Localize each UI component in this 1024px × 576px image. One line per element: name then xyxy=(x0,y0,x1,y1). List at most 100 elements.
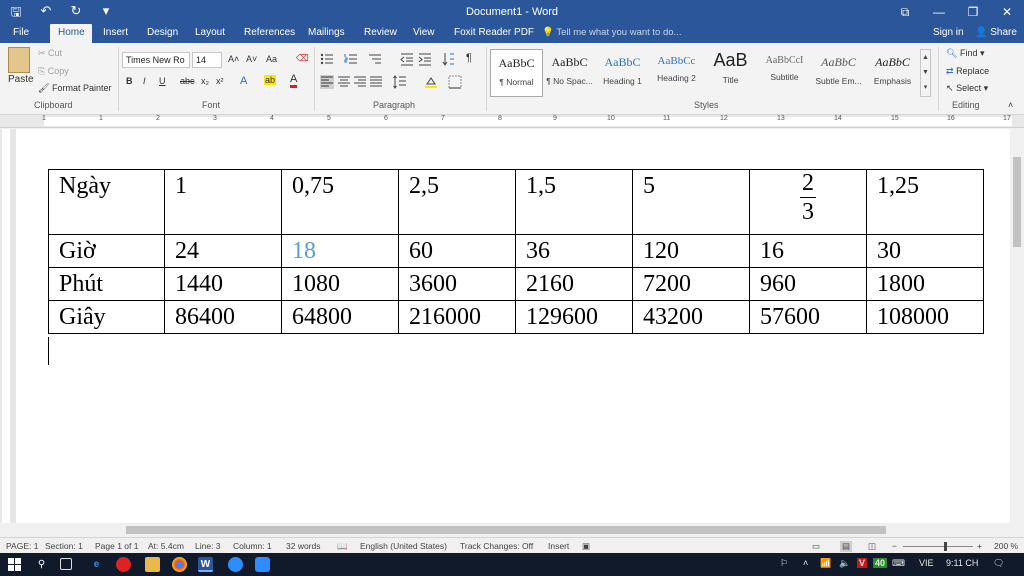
scroll-thumb[interactable] xyxy=(1013,157,1021,247)
chrome-icon[interactable] xyxy=(172,557,187,572)
tab-layout[interactable]: Layout xyxy=(195,24,225,43)
highlight-button[interactable]: ab xyxy=(264,75,277,85)
people-icon[interactable]: ⚐ xyxy=(780,558,788,569)
restore-button[interactable]: ❐ xyxy=(956,0,990,24)
table-cell[interactable]: 7200 xyxy=(632,267,750,301)
tab-insert[interactable]: Insert xyxy=(103,24,128,43)
sign-in-link[interactable]: Sign in xyxy=(933,27,964,38)
tab-mailings[interactable]: Mailings xyxy=(308,24,345,43)
vertical-ruler[interactable] xyxy=(0,129,12,523)
collapse-ribbon-icon[interactable]: ˄ xyxy=(1008,100,1013,110)
bullets-icon[interactable] xyxy=(320,52,334,66)
table-cell[interactable]: 120 xyxy=(632,234,750,268)
font-color-button[interactable]: A xyxy=(290,74,298,88)
format-painter-button[interactable]: 🖌 Format Painter xyxy=(38,83,111,94)
justify-icon[interactable] xyxy=(369,75,383,89)
share-button[interactable]: 👤 Share xyxy=(975,27,1017,38)
superscript-button[interactable]: x² xyxy=(216,76,224,86)
status-page[interactable]: PAGE: 1 xyxy=(6,541,38,551)
table-cell-highlighted[interactable]: 18 xyxy=(281,234,399,268)
copy-button[interactable]: ⎘ Copy xyxy=(38,66,69,77)
sort-icon[interactable] xyxy=(442,52,456,66)
edge-icon[interactable]: e xyxy=(89,557,104,572)
scroll-thumb[interactable] xyxy=(126,526,886,534)
unikey-icon[interactable]: V xyxy=(857,558,868,568)
ribbon-display-options-icon[interactable]: ⧉ xyxy=(888,0,922,24)
style-normal[interactable]: AaBbC ¶ Normal xyxy=(490,49,543,97)
table-cell[interactable]: 16 xyxy=(749,234,867,268)
clock[interactable]: 9:11 CH xyxy=(946,558,978,568)
underline-button[interactable]: U xyxy=(159,76,166,86)
tab-view[interactable]: View xyxy=(413,24,435,43)
grow-font-button[interactable]: A˄ xyxy=(228,54,239,64)
show-formatting-marks-button[interactable]: ¶ xyxy=(466,52,472,64)
table-cell[interactable]: 2160 xyxy=(515,267,633,301)
zalo-icon[interactable] xyxy=(228,557,243,572)
table-cell[interactable]: 43200 xyxy=(632,300,750,334)
styles-scroll-icon[interactable]: ▲ ▼ ▾ xyxy=(920,49,931,97)
row-label[interactable]: Giờ xyxy=(48,234,165,268)
task-view-icon[interactable] xyxy=(60,558,72,570)
shrink-font-button[interactable]: A˅ xyxy=(246,54,257,64)
table-cell[interactable]: 216000 xyxy=(398,300,516,334)
table-cell[interactable]: 0,75 xyxy=(281,169,399,235)
select-button[interactable]: ↖ Select ▾ xyxy=(946,83,988,94)
tab-references[interactable]: References xyxy=(244,24,295,43)
tray-chevron-icon[interactable]: ˄ xyxy=(803,558,808,568)
tab-design[interactable]: Design xyxy=(147,24,178,43)
table-cell[interactable]: 1,5 xyxy=(515,169,633,235)
opera-icon[interactable] xyxy=(116,557,131,572)
subscript-button[interactable]: x₂ xyxy=(201,76,209,86)
strikethrough-button[interactable]: abc xyxy=(180,76,195,86)
style-subtitle[interactable]: AaBbCcI Subtitle xyxy=(758,49,811,97)
font-name-dropdown[interactable]: Times New Ro xyxy=(122,52,190,68)
keyboard-icon[interactable]: ⌨ xyxy=(892,558,905,569)
status-section[interactable]: Section: 1 xyxy=(45,541,83,551)
line-spacing-icon[interactable] xyxy=(393,75,407,89)
messenger-icon[interactable] xyxy=(255,557,270,572)
table-cell[interactable]: 1080 xyxy=(281,267,399,301)
align-center-icon[interactable] xyxy=(337,75,351,89)
shading-icon[interactable] xyxy=(424,75,438,89)
table-cell[interactable]: 86400 xyxy=(164,300,282,334)
table-cell[interactable]: 1,25 xyxy=(866,169,984,235)
row-label[interactable]: Phút xyxy=(48,267,165,301)
paste-button[interactable]: Paste xyxy=(8,74,34,85)
tab-home[interactable]: Home xyxy=(50,24,92,43)
table-cell[interactable]: 24 xyxy=(164,234,282,268)
table-cell[interactable]: 30 xyxy=(866,234,984,268)
numbering-icon[interactable] xyxy=(344,52,358,66)
align-right-icon[interactable] xyxy=(353,75,367,89)
row-label[interactable]: Ngày xyxy=(48,169,165,235)
status-line[interactable]: Line: 3 xyxy=(195,541,221,551)
search-icon[interactable]: ⚲ xyxy=(34,557,49,572)
style-heading-1[interactable]: AaBbC Heading 1 xyxy=(596,49,649,97)
style-emphasis[interactable]: AaBbC Emphasis xyxy=(866,49,919,97)
table-cell[interactable]: 129600 xyxy=(515,300,633,334)
document-page[interactable]: Ngày 1 0,75 2,5 1,5 5 2 3 1,25 Giờ 24 18… xyxy=(16,129,1010,523)
zoom-in-button[interactable]: + xyxy=(977,541,982,551)
row-label[interactable]: Giây xyxy=(48,300,165,334)
tab-file[interactable]: File xyxy=(13,24,29,43)
style-subtle-emphasis[interactable]: AaBbC Subtle Em... xyxy=(812,49,865,97)
clear-formatting-icon[interactable]: ⌫ xyxy=(296,53,309,64)
data-table[interactable]: Ngày 1 0,75 2,5 1,5 5 2 3 1,25 Giờ 24 18… xyxy=(48,169,984,334)
style-heading-2[interactable]: AaBbCc Heading 2 xyxy=(650,49,703,97)
style-no-spacing[interactable]: AaBbC ¶ No Spac... xyxy=(543,49,596,97)
table-cell[interactable]: 1 xyxy=(164,169,282,235)
cut-button[interactable]: ✂ Cut xyxy=(38,48,62,59)
table-cell[interactable]: 36 xyxy=(515,234,633,268)
print-layout-icon[interactable]: ▤ xyxy=(840,541,853,552)
tell-me-box[interactable]: 💡 Tell me what you want to do... xyxy=(542,27,681,38)
word-taskbar-icon[interactable]: W xyxy=(198,557,213,572)
horizontal-ruler[interactable]: 1 1 2 3 4 5 6 7 8 9 10 11 12 13 14 15 16… xyxy=(0,115,1024,128)
decrease-indent-icon[interactable] xyxy=(400,52,414,66)
paste-icon[interactable] xyxy=(8,47,30,73)
close-button[interactable]: ✕ xyxy=(990,0,1024,24)
status-word-count[interactable]: 32 words xyxy=(286,541,321,551)
table-cell[interactable]: 57600 xyxy=(749,300,867,334)
change-case-button[interactable]: Aa xyxy=(266,54,277,64)
zoom-out-button[interactable]: − xyxy=(892,541,897,551)
status-track-changes[interactable]: Track Changes: Off xyxy=(460,541,533,551)
tab-review[interactable]: Review xyxy=(364,24,397,43)
